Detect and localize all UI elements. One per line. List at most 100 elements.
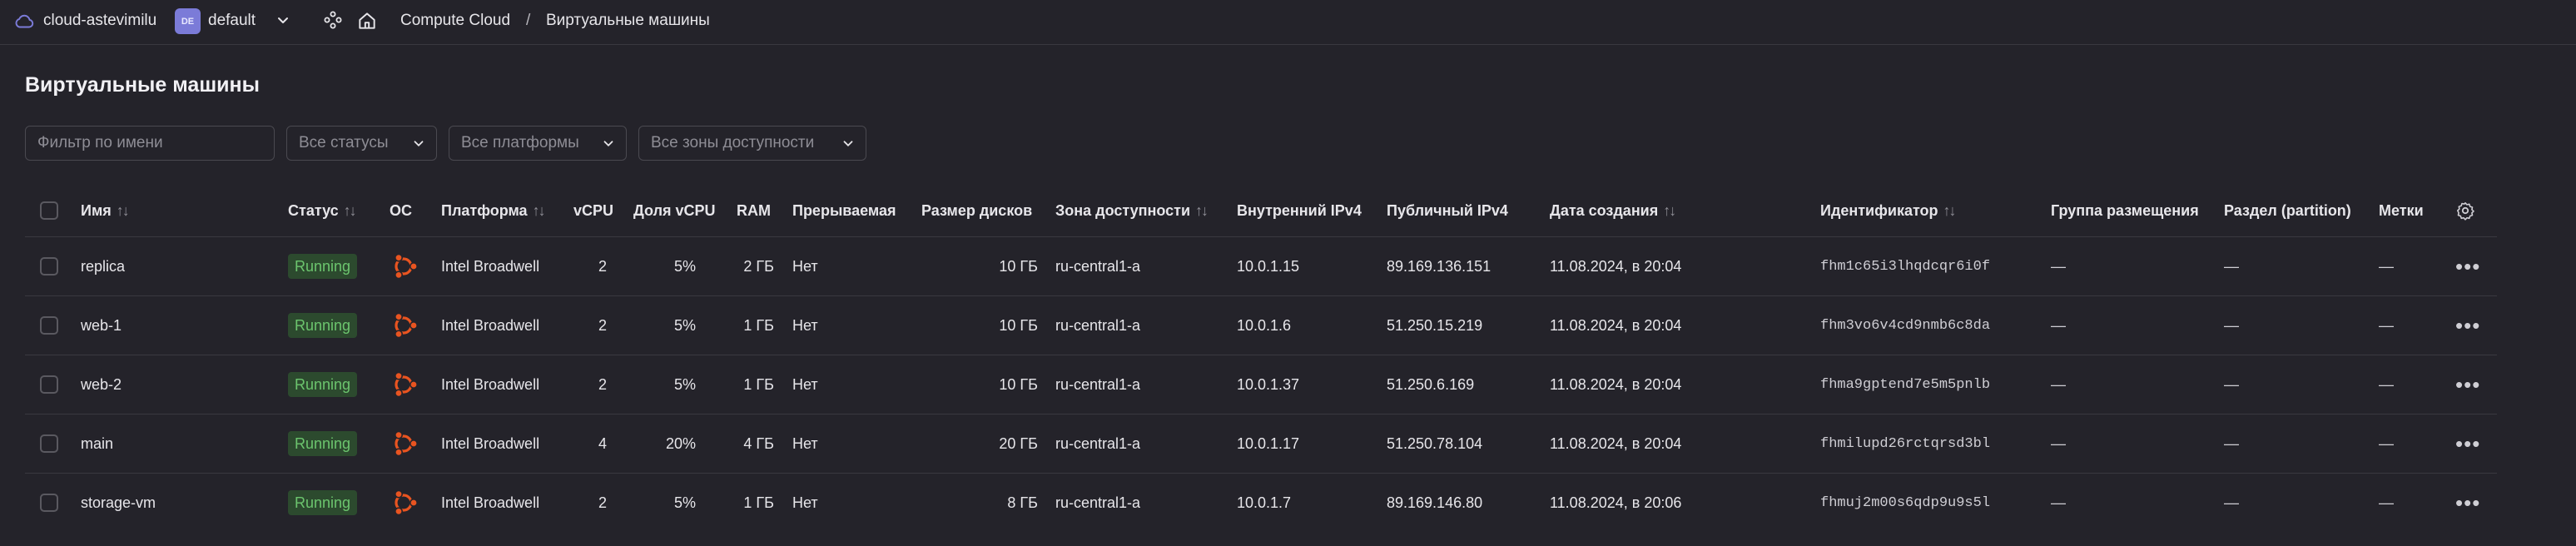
header-vcpu-share: Доля vCPU: [633, 185, 716, 236]
chevron-down-icon[interactable]: [275, 12, 291, 28]
more-horizontal-icon[interactable]: •••: [2455, 474, 2480, 532]
platform-cell: Intel Broadwell: [441, 316, 540, 334]
platform-filter[interactable]: Все платформы: [449, 126, 627, 161]
status-filter-value: Все статусы: [299, 134, 389, 151]
folder-avatar: DE: [175, 8, 201, 34]
disk-size-cell: 8 ГБ: [1007, 494, 1038, 511]
more-horizontal-icon[interactable]: •••: [2455, 296, 2480, 355]
header-status-label: Статус: [288, 201, 339, 219]
header-os: ОС: [390, 185, 412, 236]
row-select-cell[interactable]: [40, 474, 58, 532]
ubuntu-icon: [395, 489, 418, 516]
gear-icon[interactable]: [2455, 201, 2475, 221]
header-labels-label: Метки: [2379, 201, 2424, 219]
row-select-cell[interactable]: [40, 355, 58, 414]
placement-group-cell: —: [2051, 316, 2066, 334]
public-ip-cell: 51.250.78.104: [1387, 434, 1483, 452]
preemptible-cell: Нет: [792, 316, 818, 334]
internal-ip-cell: 10.0.1.37: [1237, 375, 1300, 393]
table-row[interactable]: main Running Intel Broadwell 4 20% 4 ГБ …: [25, 414, 2497, 473]
row-checkbox[interactable]: [40, 257, 58, 275]
header-vcpu-share-label: Доля vCPU: [633, 201, 716, 219]
select-all-checkbox[interactable]: [40, 201, 58, 220]
cloud-selector[interactable]: cloud-astevimilu: [43, 10, 156, 32]
table-row[interactable]: web-2 Running Intel Broadwell 2 5% 1 ГБ …: [25, 355, 2497, 414]
os-cell: [390, 296, 419, 355]
name-filter-input[interactable]: [37, 134, 274, 152]
select-all-cell[interactable]: [40, 185, 58, 236]
sort-icon[interactable]: ↑↓: [344, 202, 357, 220]
ubuntu-icon: [395, 371, 418, 398]
vcpu-cell: 2: [598, 257, 607, 275]
header-internal-ip-label: Внутренний IPv4: [1237, 201, 1362, 219]
id-cell: fhma9gptend7e5m5pnlb: [1820, 376, 1991, 393]
public-ip-cell: 51.250.6.169: [1387, 375, 1475, 393]
row-select-cell[interactable]: [40, 296, 58, 355]
sort-icon[interactable]: ↑↓: [1943, 202, 1957, 220]
vm-name[interactable]: main: [81, 414, 113, 473]
status-badge: Running: [288, 431, 358, 456]
disk-size-cell: 10 ГБ: [999, 375, 1038, 393]
header-platform[interactable]: Платформа ↑↓: [441, 185, 546, 236]
vcpu-share-cell: 5%: [673, 316, 696, 334]
header-status[interactable]: Статус ↑↓: [288, 185, 357, 236]
header-internal-ip: Внутренний IPv4: [1237, 185, 1362, 236]
vm-name[interactable]: storage-vm: [81, 474, 156, 532]
name-filter[interactable]: [25, 126, 275, 161]
sort-icon[interactable]: ↑↓: [1663, 202, 1676, 220]
vm-name[interactable]: web-2: [81, 355, 122, 414]
placement-group-cell: —: [2051, 375, 2066, 393]
labels-cell: —: [2379, 257, 2394, 275]
header-platform-label: Платформа: [441, 201, 528, 219]
row-select-cell[interactable]: [40, 237, 58, 295]
header-created-label: Дата создания: [1550, 201, 1659, 219]
more-horizontal-icon[interactable]: •••: [2455, 237, 2480, 295]
vm-name[interactable]: replica: [81, 237, 125, 295]
labels-cell: —: [2379, 494, 2394, 511]
services-icon[interactable]: [323, 10, 343, 30]
table-row[interactable]: storage-vm Running Intel Broadwell 2 5% …: [25, 473, 2497, 532]
chevron-down-icon: [603, 141, 613, 146]
home-icon[interactable]: [356, 10, 378, 32]
status-badge: Running: [288, 313, 358, 338]
created-cell: 11.08.2024, в 20:04: [1550, 434, 1682, 452]
header-id[interactable]: Идентификатор ↑↓: [1820, 185, 1957, 236]
header-created[interactable]: Дата создания ↑↓: [1550, 185, 1676, 236]
table-row[interactable]: replica Running Intel Broadwell 2 5% 2 Г…: [25, 236, 2497, 295]
header-zone[interactable]: Зона доступности ↑↓: [1055, 185, 1209, 236]
vm-name[interactable]: web-1: [81, 296, 122, 355]
row-checkbox[interactable]: [40, 494, 58, 512]
row-checkbox[interactable]: [40, 434, 58, 453]
vcpu-cell: 4: [598, 434, 607, 452]
header-name[interactable]: Имя ↑↓: [81, 185, 130, 236]
created-cell: 11.08.2024, в 20:06: [1550, 494, 1682, 511]
row-select-cell[interactable]: [40, 414, 58, 473]
row-checkbox[interactable]: [40, 316, 58, 335]
breadcrumb-service[interactable]: Compute Cloud: [400, 10, 510, 32]
more-horizontal-icon[interactable]: •••: [2455, 355, 2480, 414]
created-cell: 11.08.2024, в 20:04: [1550, 375, 1682, 393]
header-placement-group: Группа размещения: [2051, 185, 2199, 236]
internal-ip-cell: 10.0.1.17: [1237, 434, 1300, 452]
sort-icon[interactable]: ↑↓: [117, 202, 130, 220]
row-checkbox[interactable]: [40, 375, 58, 394]
folder-selector[interactable]: default: [208, 10, 256, 32]
sort-icon[interactable]: ↑↓: [1195, 202, 1209, 220]
id-cell: fhmilupd26rctqrsd3bl: [1820, 435, 1991, 452]
table-row[interactable]: web-1 Running Intel Broadwell 2 5% 1 ГБ …: [25, 295, 2497, 355]
chevron-down-icon: [843, 141, 853, 146]
header-preemptible: Прерываемая: [792, 185, 896, 236]
cloud-icon: [15, 14, 34, 28]
status-badge: Running: [288, 254, 358, 279]
status-filter[interactable]: Все статусы: [286, 126, 437, 161]
zone-filter[interactable]: Все зоны доступности: [638, 126, 866, 161]
zone-cell: ru-central1-a: [1055, 375, 1141, 393]
table-settings[interactable]: [2455, 185, 2475, 236]
placement-group-cell: —: [2051, 494, 2066, 511]
internal-ip-cell: 10.0.1.15: [1237, 257, 1300, 275]
sort-icon[interactable]: ↑↓: [533, 202, 546, 220]
header-placement-group-label: Группа размещения: [2051, 201, 2199, 219]
more-horizontal-icon[interactable]: •••: [2455, 414, 2480, 473]
disk-size-cell: 10 ГБ: [999, 257, 1038, 275]
status-cell: Running: [288, 355, 358, 414]
